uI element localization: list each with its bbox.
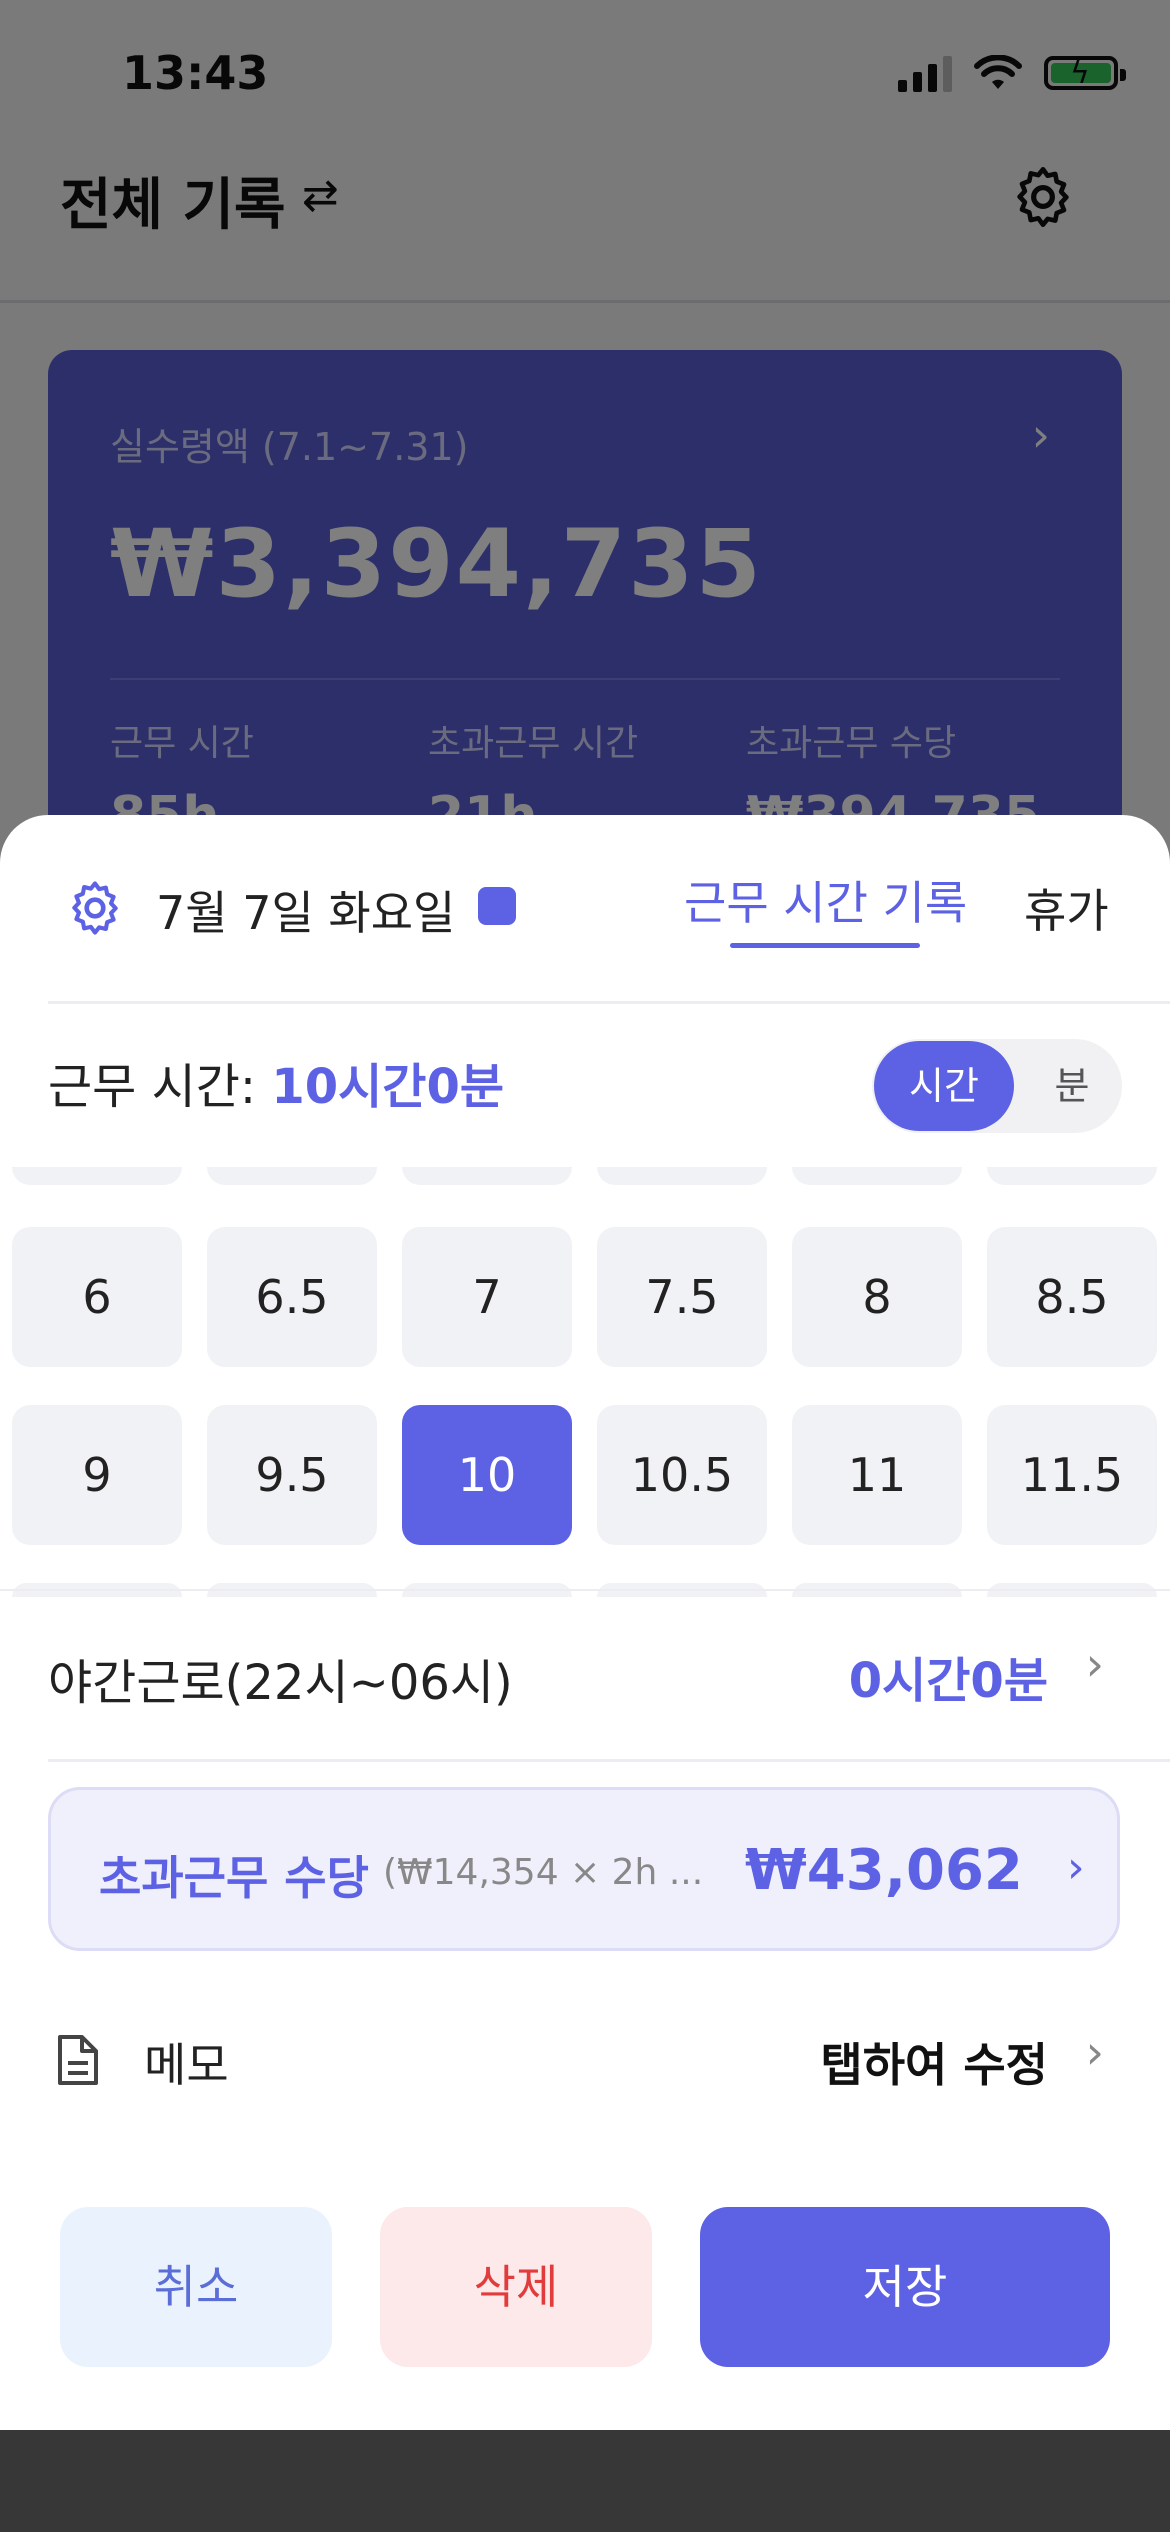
hour-option-clipped[interactable] xyxy=(987,1167,1157,1185)
night-work-label[interactable]: 야간근로(22시~06시) xyxy=(48,1643,513,1713)
hour-option[interactable]: 10.5 xyxy=(597,1405,767,1545)
memo-edit-action[interactable]: 탭하여 수정 xyxy=(820,2029,1048,2095)
overtime-pay-detail: (₩14,354 × 2h ... xyxy=(383,1852,704,1893)
hour-option[interactable]: 6.5 xyxy=(207,1227,377,1367)
delete-button[interactable]: 삭제 xyxy=(380,2207,652,2367)
toggle-minutes[interactable]: 분 xyxy=(1032,1041,1112,1131)
tab-vacation[interactable]: 휴가 xyxy=(1024,875,1109,941)
hour-option-selected[interactable]: 10 xyxy=(402,1405,572,1545)
unit-toggle[interactable]: 시간 분 xyxy=(872,1039,1122,1133)
hour-option[interactable]: 7.5 xyxy=(597,1227,767,1367)
hour-option[interactable]: 11 xyxy=(792,1405,962,1545)
work-time-summary: 근무 시간: 10시간0분 xyxy=(48,1047,504,1117)
hour-option-clipped[interactable] xyxy=(12,1167,182,1185)
tab-work-time-record[interactable]: 근무 시간 기록 xyxy=(684,867,967,933)
settings-gear-icon[interactable] xyxy=(64,877,126,939)
save-button[interactable]: 저장 xyxy=(700,2207,1110,2367)
hour-option[interactable]: 9.5 xyxy=(207,1405,377,1545)
divider xyxy=(48,1759,1170,1762)
memo-label[interactable]: 메모 xyxy=(144,2029,229,2095)
work-time-value: 10시간0분 xyxy=(271,1059,505,1115)
divider xyxy=(0,1589,1170,1591)
selected-date: 7월 7일 화요일 xyxy=(156,886,456,940)
day-color-chip[interactable] xyxy=(478,887,516,925)
hour-option-clipped[interactable] xyxy=(792,1167,962,1185)
hour-option[interactable]: 7 xyxy=(402,1227,572,1367)
cancel-button[interactable]: 취소 xyxy=(60,2207,332,2367)
sheet-header: 7월 7일 화요일 근무 시간 기록 휴가 xyxy=(0,815,1170,1005)
night-work-value[interactable]: 0시간0분 xyxy=(849,1641,1048,1711)
toggle-hours[interactable]: 시간 xyxy=(874,1041,1014,1131)
chevron-right-icon[interactable]: › xyxy=(1086,1637,1104,1691)
hour-option[interactable]: 11.5 xyxy=(987,1405,1157,1545)
overtime-pay-card[interactable]: 초과근무 수당 (₩14,354 × 2h ... ₩43,062 › xyxy=(48,1787,1120,1951)
overtime-pay-amount: ₩43,062 xyxy=(745,1838,1023,1903)
hour-option[interactable]: 8 xyxy=(792,1227,962,1367)
overtime-pay-label: 초과근무 수당 xyxy=(99,1851,369,1905)
active-tab-indicator xyxy=(730,943,920,948)
record-bottom-sheet: 7월 7일 화요일 근무 시간 기록 휴가 근무 시간: 10시간0분 시간 분… xyxy=(0,815,1170,2430)
hour-option[interactable]: 9 xyxy=(12,1405,182,1545)
work-time-label: 근무 시간: xyxy=(48,1059,257,1115)
hour-option-clipped[interactable] xyxy=(597,1167,767,1185)
hour-option-clipped[interactable] xyxy=(207,1167,377,1185)
hour-option[interactable]: 8.5 xyxy=(987,1227,1157,1367)
hour-option[interactable]: 6 xyxy=(12,1227,182,1367)
hour-option-clipped[interactable] xyxy=(402,1167,572,1185)
chevron-right-icon: › xyxy=(1067,1842,1085,1893)
chevron-right-icon[interactable]: › xyxy=(1086,2025,1104,2079)
divider xyxy=(48,1001,1170,1004)
document-icon xyxy=(58,2035,98,2085)
